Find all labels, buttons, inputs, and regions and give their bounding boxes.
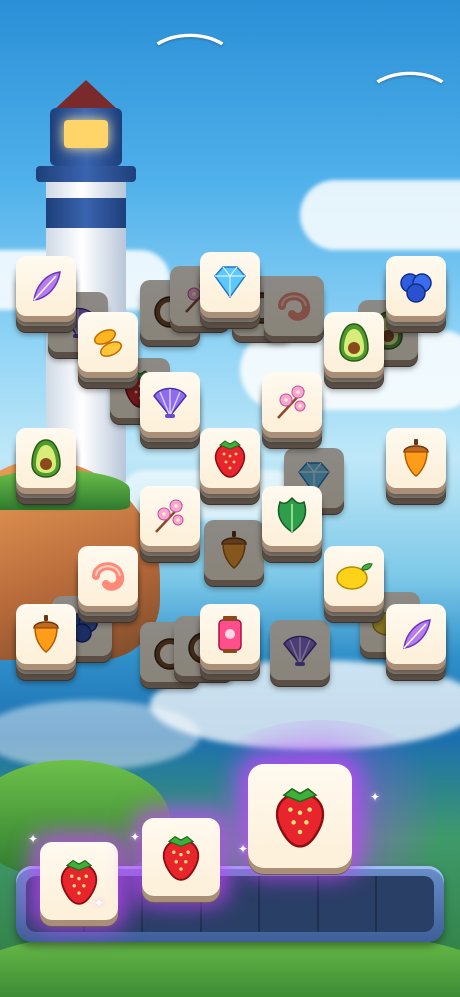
lemon-icon [332,556,376,596]
blocked-tile [264,276,324,336]
acorn-icon [26,612,66,656]
cherry-blossom-icon [148,494,192,538]
wave [0,700,200,770]
acorn-icon [214,528,254,572]
tile[interactable] [200,428,260,488]
tile[interactable] [78,546,138,606]
cloud [300,180,460,250]
tile[interactable] [200,252,260,312]
tile[interactable] [262,486,322,546]
strawberry-icon [155,831,208,884]
feather-icon [396,614,436,654]
tile[interactable] [262,372,322,432]
strawberry-icon [265,781,335,851]
seagull-icon: ⌒ [154,31,226,82]
leaf-icon [270,494,314,538]
tray-slot [319,876,378,932]
sparkle-icon: ✦ [370,790,381,804]
seashell-icon [148,382,192,422]
collected-tile [142,818,220,896]
tile[interactable] [324,312,384,372]
tile[interactable] [386,604,446,664]
tile[interactable] [386,256,446,316]
collected-tile [248,764,352,868]
shrimp-icon [86,556,130,596]
tile[interactable] [200,604,260,664]
strawberry-icon [208,436,252,480]
collected-tile [40,842,118,920]
avocado-icon [334,320,374,364]
lantern-icon [211,612,249,656]
tray-slot [377,876,434,932]
tile[interactable] [324,546,384,606]
sparkle-icon: ✦ [238,842,249,856]
sparkle-icon: ✦ [130,830,141,844]
seashell-icon [278,630,322,670]
avocado-icon [26,436,66,480]
tile[interactable] [140,486,200,546]
tray-slot [260,876,319,932]
blueberry-icon [395,265,437,307]
tile[interactable] [140,372,200,432]
cherry-blossom-icon [270,380,314,424]
tile[interactable] [16,256,76,316]
game-scene: ⌒ ⌒ ✦ ✦ ✦ ✦ ✦ [0,0,460,997]
tile[interactable] [78,312,138,372]
goldfish-icon [87,321,129,363]
feather-icon [26,266,66,306]
blocked-tile [270,620,330,680]
blocked-tile [204,520,264,580]
seagull-icon: ⌒ [374,69,446,120]
acorn-icon [396,436,436,480]
tile[interactable] [16,604,76,664]
sparkle-icon: ✦ [28,832,39,846]
diamond-icon [209,262,251,302]
tile[interactable] [16,428,76,488]
tile[interactable] [386,428,446,488]
sparkle-icon: ✦ [94,896,105,910]
shrimp-icon [272,286,316,326]
